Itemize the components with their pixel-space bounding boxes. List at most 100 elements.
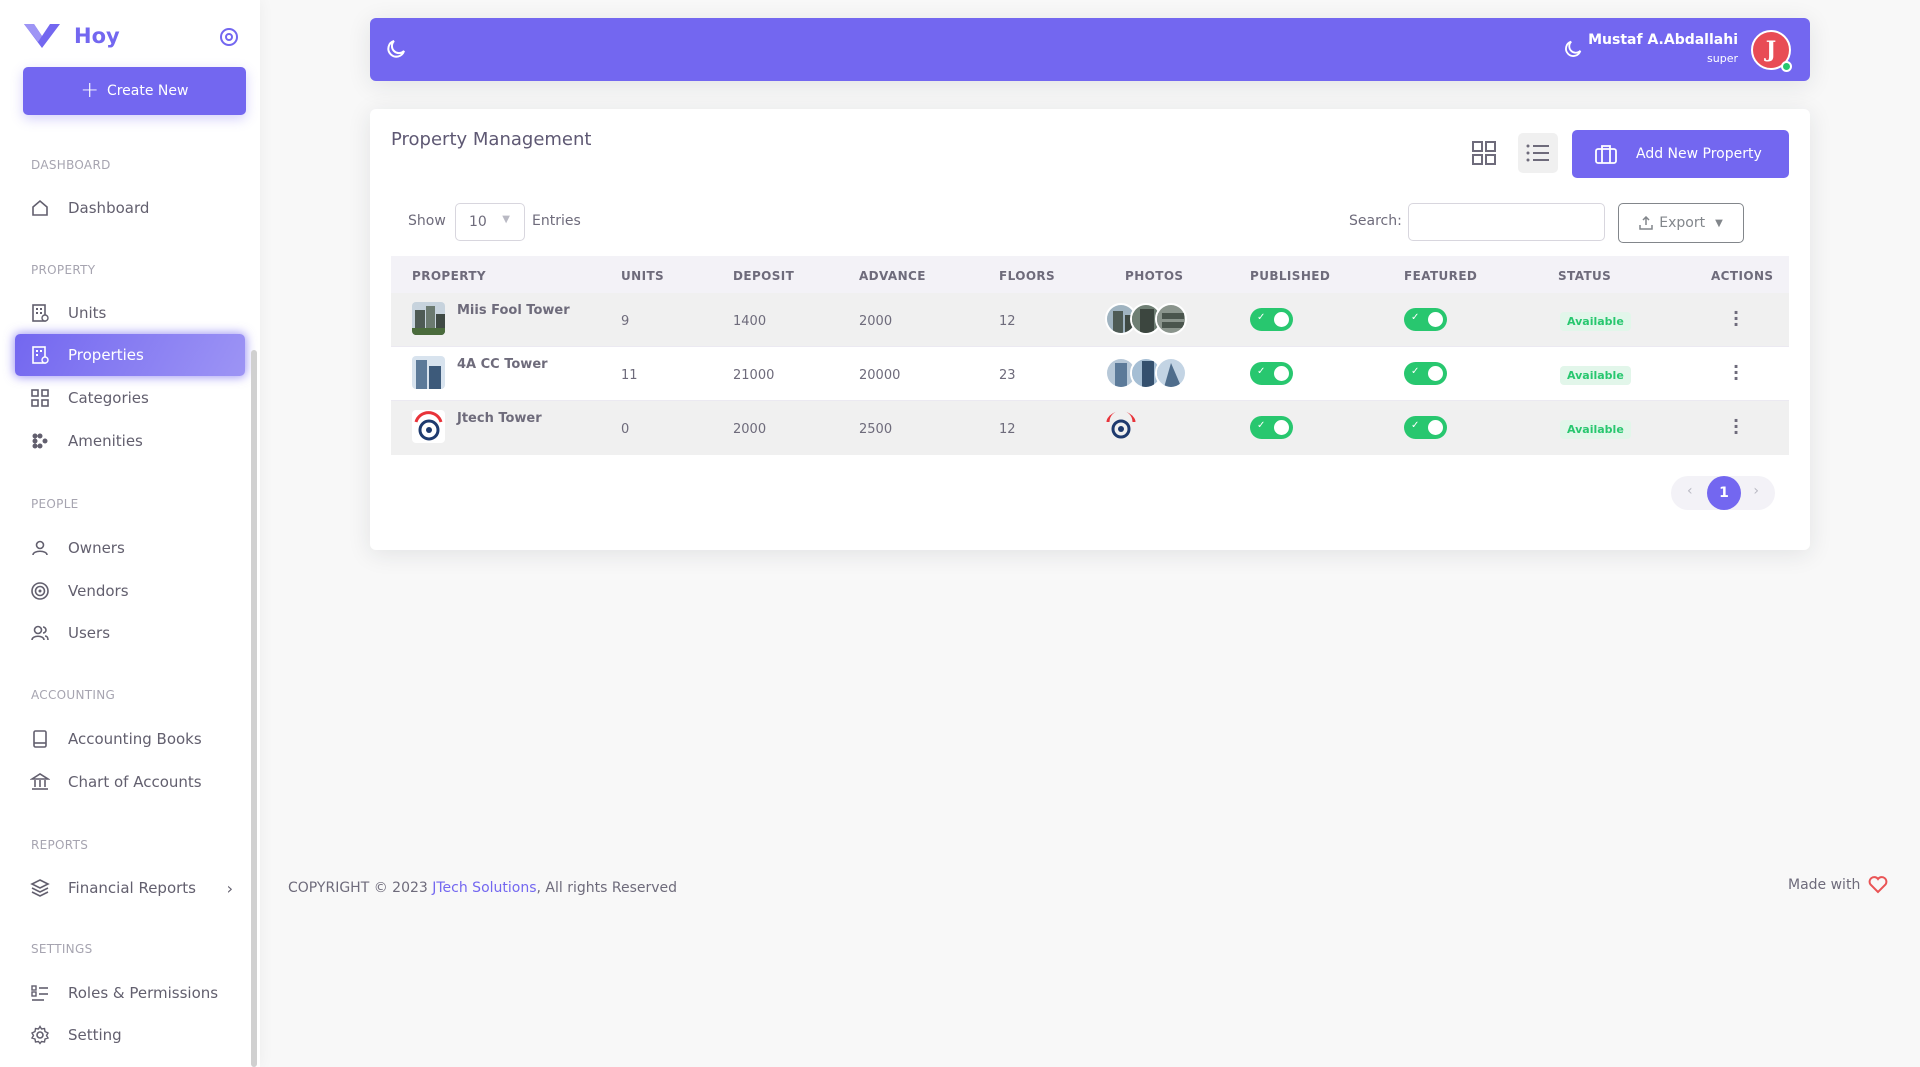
photo-thumbnail	[1105, 411, 1137, 443]
sidebar-item-label: Owners	[68, 539, 125, 557]
create-new-button[interactable]: + Create New	[23, 67, 246, 115]
sidebar-item-chart-of-accounts[interactable]: Chart of Accounts	[15, 761, 245, 803]
sidebar-item-label: Setting	[68, 1026, 122, 1044]
upload-icon	[1639, 216, 1653, 230]
check-icon: ✓	[1257, 420, 1266, 431]
nav-header-property: PROPERTY	[31, 263, 96, 277]
home-icon	[29, 197, 51, 219]
copyright-suffix: , All rights Reserved	[536, 880, 678, 896]
column-header-status[interactable]: STATUS	[1558, 269, 1611, 283]
moon-icon[interactable]	[384, 37, 408, 61]
property-name[interactable]: Miis Fool Tower	[457, 303, 570, 318]
user-icon	[29, 537, 51, 559]
search-label: Search:	[1349, 213, 1402, 229]
company-link[interactable]: JTech Solutions	[432, 880, 536, 896]
sidebar-item-financial-reports[interactable]: Financial Reports ›	[15, 867, 245, 909]
sidebar-item-setting[interactable]: Setting	[15, 1014, 245, 1056]
column-header-advance[interactable]: ADVANCE	[859, 269, 926, 283]
add-new-property-label: Add New Property	[1636, 146, 1762, 162]
advance-cell: 20000	[859, 368, 901, 383]
pagination-page-current[interactable]: 1	[1707, 476, 1741, 510]
sidebar-item-units[interactable]: Units	[15, 292, 245, 334]
nav-header-dashboard: DASHBOARD	[31, 158, 111, 172]
featured-toggle[interactable]: ✓	[1404, 362, 1447, 385]
column-header-units[interactable]: UNITS	[621, 269, 664, 283]
column-header-photos[interactable]: PHOTOS	[1125, 269, 1183, 283]
search-input[interactable]	[1408, 203, 1605, 241]
nav-header-settings: SETTINGS	[31, 942, 93, 956]
published-toggle[interactable]: ✓	[1250, 362, 1293, 385]
copyright-prefix: COPYRIGHT © 2023	[288, 880, 433, 896]
published-toggle[interactable]: ✓	[1250, 308, 1293, 331]
made-with: Made with	[1788, 876, 1888, 894]
featured-toggle[interactable]: ✓	[1404, 308, 1447, 331]
heart-icon	[1868, 876, 1888, 894]
pagination-next[interactable]: ›	[1753, 483, 1759, 499]
sidebar-item-amenities[interactable]: Amenities	[15, 420, 245, 462]
user-role: super	[1707, 52, 1738, 65]
brand[interactable]: Hoy	[22, 20, 120, 52]
online-status-dot	[1781, 61, 1792, 72]
property-thumbnail	[412, 356, 445, 389]
featured-toggle[interactable]: ✓	[1404, 416, 1447, 439]
check-icon: ✓	[1257, 366, 1266, 377]
brand-name: Hoy	[74, 24, 120, 48]
more-vertical-icon[interactable]: · · ·	[1731, 359, 1741, 387]
sidebar-item-properties[interactable]: Properties	[15, 334, 245, 376]
property-name[interactable]: Jtech Tower	[457, 411, 542, 426]
add-new-property-button[interactable]: Add New Property	[1572, 130, 1789, 178]
nav-header-people: PEOPLE	[31, 497, 79, 511]
sidebar-item-accounting-books[interactable]: Accounting Books	[15, 718, 245, 760]
column-header-featured[interactable]: FEATURED	[1404, 269, 1477, 283]
more-vertical-icon[interactable]: · · ·	[1731, 413, 1741, 441]
column-header-deposit[interactable]: DEPOSIT	[733, 269, 794, 283]
user-name[interactable]: Mustaf A.Abdallahi	[1588, 32, 1738, 48]
more-vertical-icon[interactable]: · · ·	[1731, 305, 1741, 333]
column-header-floors[interactable]: FLOORS	[999, 269, 1055, 283]
sidebar-item-label: Amenities	[68, 432, 143, 450]
pagination-prev[interactable]: ‹	[1687, 483, 1693, 499]
apps-icon	[29, 430, 51, 452]
layers-icon	[29, 877, 51, 899]
table-row[interactable]: Miis Fool Tower 9 1400 2000 12 ✓ ✓ Avail…	[391, 293, 1789, 347]
property-name[interactable]: 4A CC Tower	[457, 357, 548, 372]
photos-stack[interactable]	[1105, 303, 1195, 336]
theme-toggle-moon-icon[interactable]	[1562, 38, 1584, 60]
published-toggle[interactable]: ✓	[1250, 416, 1293, 439]
list-check-icon	[29, 982, 51, 1004]
target-icon	[29, 580, 51, 602]
sidebar-item-owners[interactable]: Owners	[15, 527, 245, 569]
units-cell: 9	[621, 314, 630, 329]
sidebar-item-label: Chart of Accounts	[68, 773, 202, 791]
create-new-label: Create New	[106, 83, 189, 99]
grid-view-button[interactable]	[1464, 133, 1504, 173]
sidebar-item-categories[interactable]: Categories	[15, 377, 245, 419]
table-row[interactable]: 4A CC Tower 11 21000 20000 23 ✓ ✓ Availa…	[391, 347, 1789, 401]
floors-cell: 23	[999, 368, 1016, 383]
photo-thumbnail	[1155, 357, 1187, 389]
grid-view-icon	[1472, 141, 1496, 165]
sidebar-item-vendors[interactable]: Vendors	[15, 570, 245, 612]
column-header-published[interactable]: PUBLISHED	[1250, 269, 1330, 283]
entries-select[interactable]: 10 ▼	[455, 203, 525, 241]
property-management-card: Property Management Add New Property Sho…	[370, 109, 1810, 550]
chevron-down-icon: ▼	[1715, 217, 1723, 229]
photos-stack[interactable]	[1105, 357, 1195, 390]
sidebar-item-roles-permissions[interactable]: Roles & Permissions	[15, 972, 245, 1014]
collapse-toggle-icon[interactable]	[219, 27, 239, 47]
bank-icon	[29, 771, 51, 793]
sidebar-item-label: Dashboard	[68, 199, 150, 217]
sidebar-item-dashboard[interactable]: Dashboard	[15, 187, 245, 229]
sidebar-item-users[interactable]: Users	[15, 612, 245, 654]
brand-logo-icon	[24, 24, 60, 48]
list-view-button[interactable]	[1518, 133, 1558, 173]
pagination: ‹ 1 ›	[1671, 476, 1775, 510]
table-header: PROPERTY UNITS DEPOSIT ADVANCE FLOORS PH…	[391, 256, 1789, 293]
export-button[interactable]: Export ▼	[1618, 203, 1744, 243]
table-row[interactable]: Jtech Tower 0 2000 2500 12 ✓ ✓ Available…	[391, 401, 1789, 455]
sidebar-scrollbar[interactable]	[251, 350, 257, 1067]
chevron-down-icon: ▼	[502, 214, 510, 225]
column-header-property[interactable]: PROPERTY	[412, 269, 486, 283]
photos-stack[interactable]	[1105, 411, 1195, 444]
floors-cell: 12	[999, 422, 1016, 437]
